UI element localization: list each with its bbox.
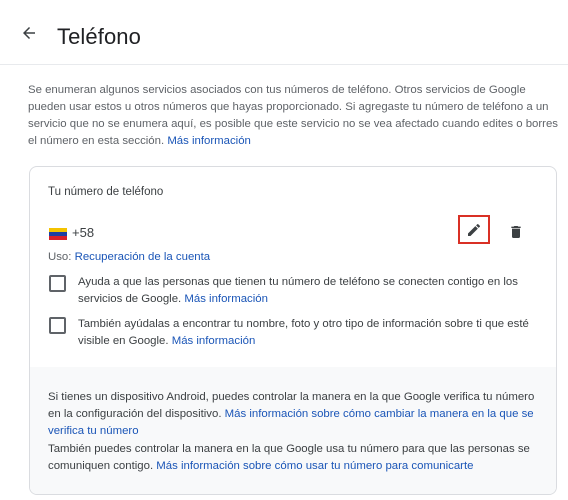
page-title: Teléfono [57,24,141,49]
contact-usage-note: También puedes controlar la manera en la… [48,441,540,475]
option-connect-checkbox[interactable] [49,275,66,292]
android-verification-note: Si tienes un dispositivo Android, puedes… [48,389,540,440]
back-button[interactable] [20,24,50,54]
usage-recovery-link[interactable]: Recuperación de la cuenta [75,251,211,263]
card-title: Tu número de teléfono [48,186,164,198]
venezuela-flag-icon [49,228,67,240]
usage-line: Uso: Recuperación de la cuenta [48,251,210,263]
contact-more-info-link[interactable]: Más información sobre cómo usar tu númer… [156,460,473,472]
pencil-icon [468,223,481,236]
page-header: Teléfono [0,0,568,65]
intro-paragraph: Se enumeran algunos servicios asociados … [28,84,558,147]
phone-number-card: Tu número de teléfono +58 Uso: Recuperac… [29,166,557,495]
option-find-text: También ayúdalas a encontrar tu nombre, … [78,316,533,350]
option-connect-label: Ayuda a que las personas que tienen tu n… [78,276,518,305]
arrow-back-icon [23,27,35,39]
card-footer: Si tienes un dispositivo Android, puedes… [30,367,556,494]
intro-more-info-link[interactable]: Más información [167,135,251,147]
edit-phone-button[interactable] [458,215,490,244]
option-connect-more-info-link[interactable]: Más información [184,293,268,305]
intro-text: Se enumeran algunos servicios asociados … [28,82,560,150]
phone-number: +58 [72,225,95,240]
option-find-more-info-link[interactable]: Más información [172,335,256,347]
trash-icon [511,226,521,238]
usage-label: Uso: [48,251,72,263]
delete-phone-button[interactable] [507,223,525,241]
option-connect-text: Ayuda a que las personas que tienen tu n… [78,274,533,308]
option-find-label: También ayúdalas a encontrar tu nombre, … [78,318,529,347]
option-find-checkbox[interactable] [49,317,66,334]
